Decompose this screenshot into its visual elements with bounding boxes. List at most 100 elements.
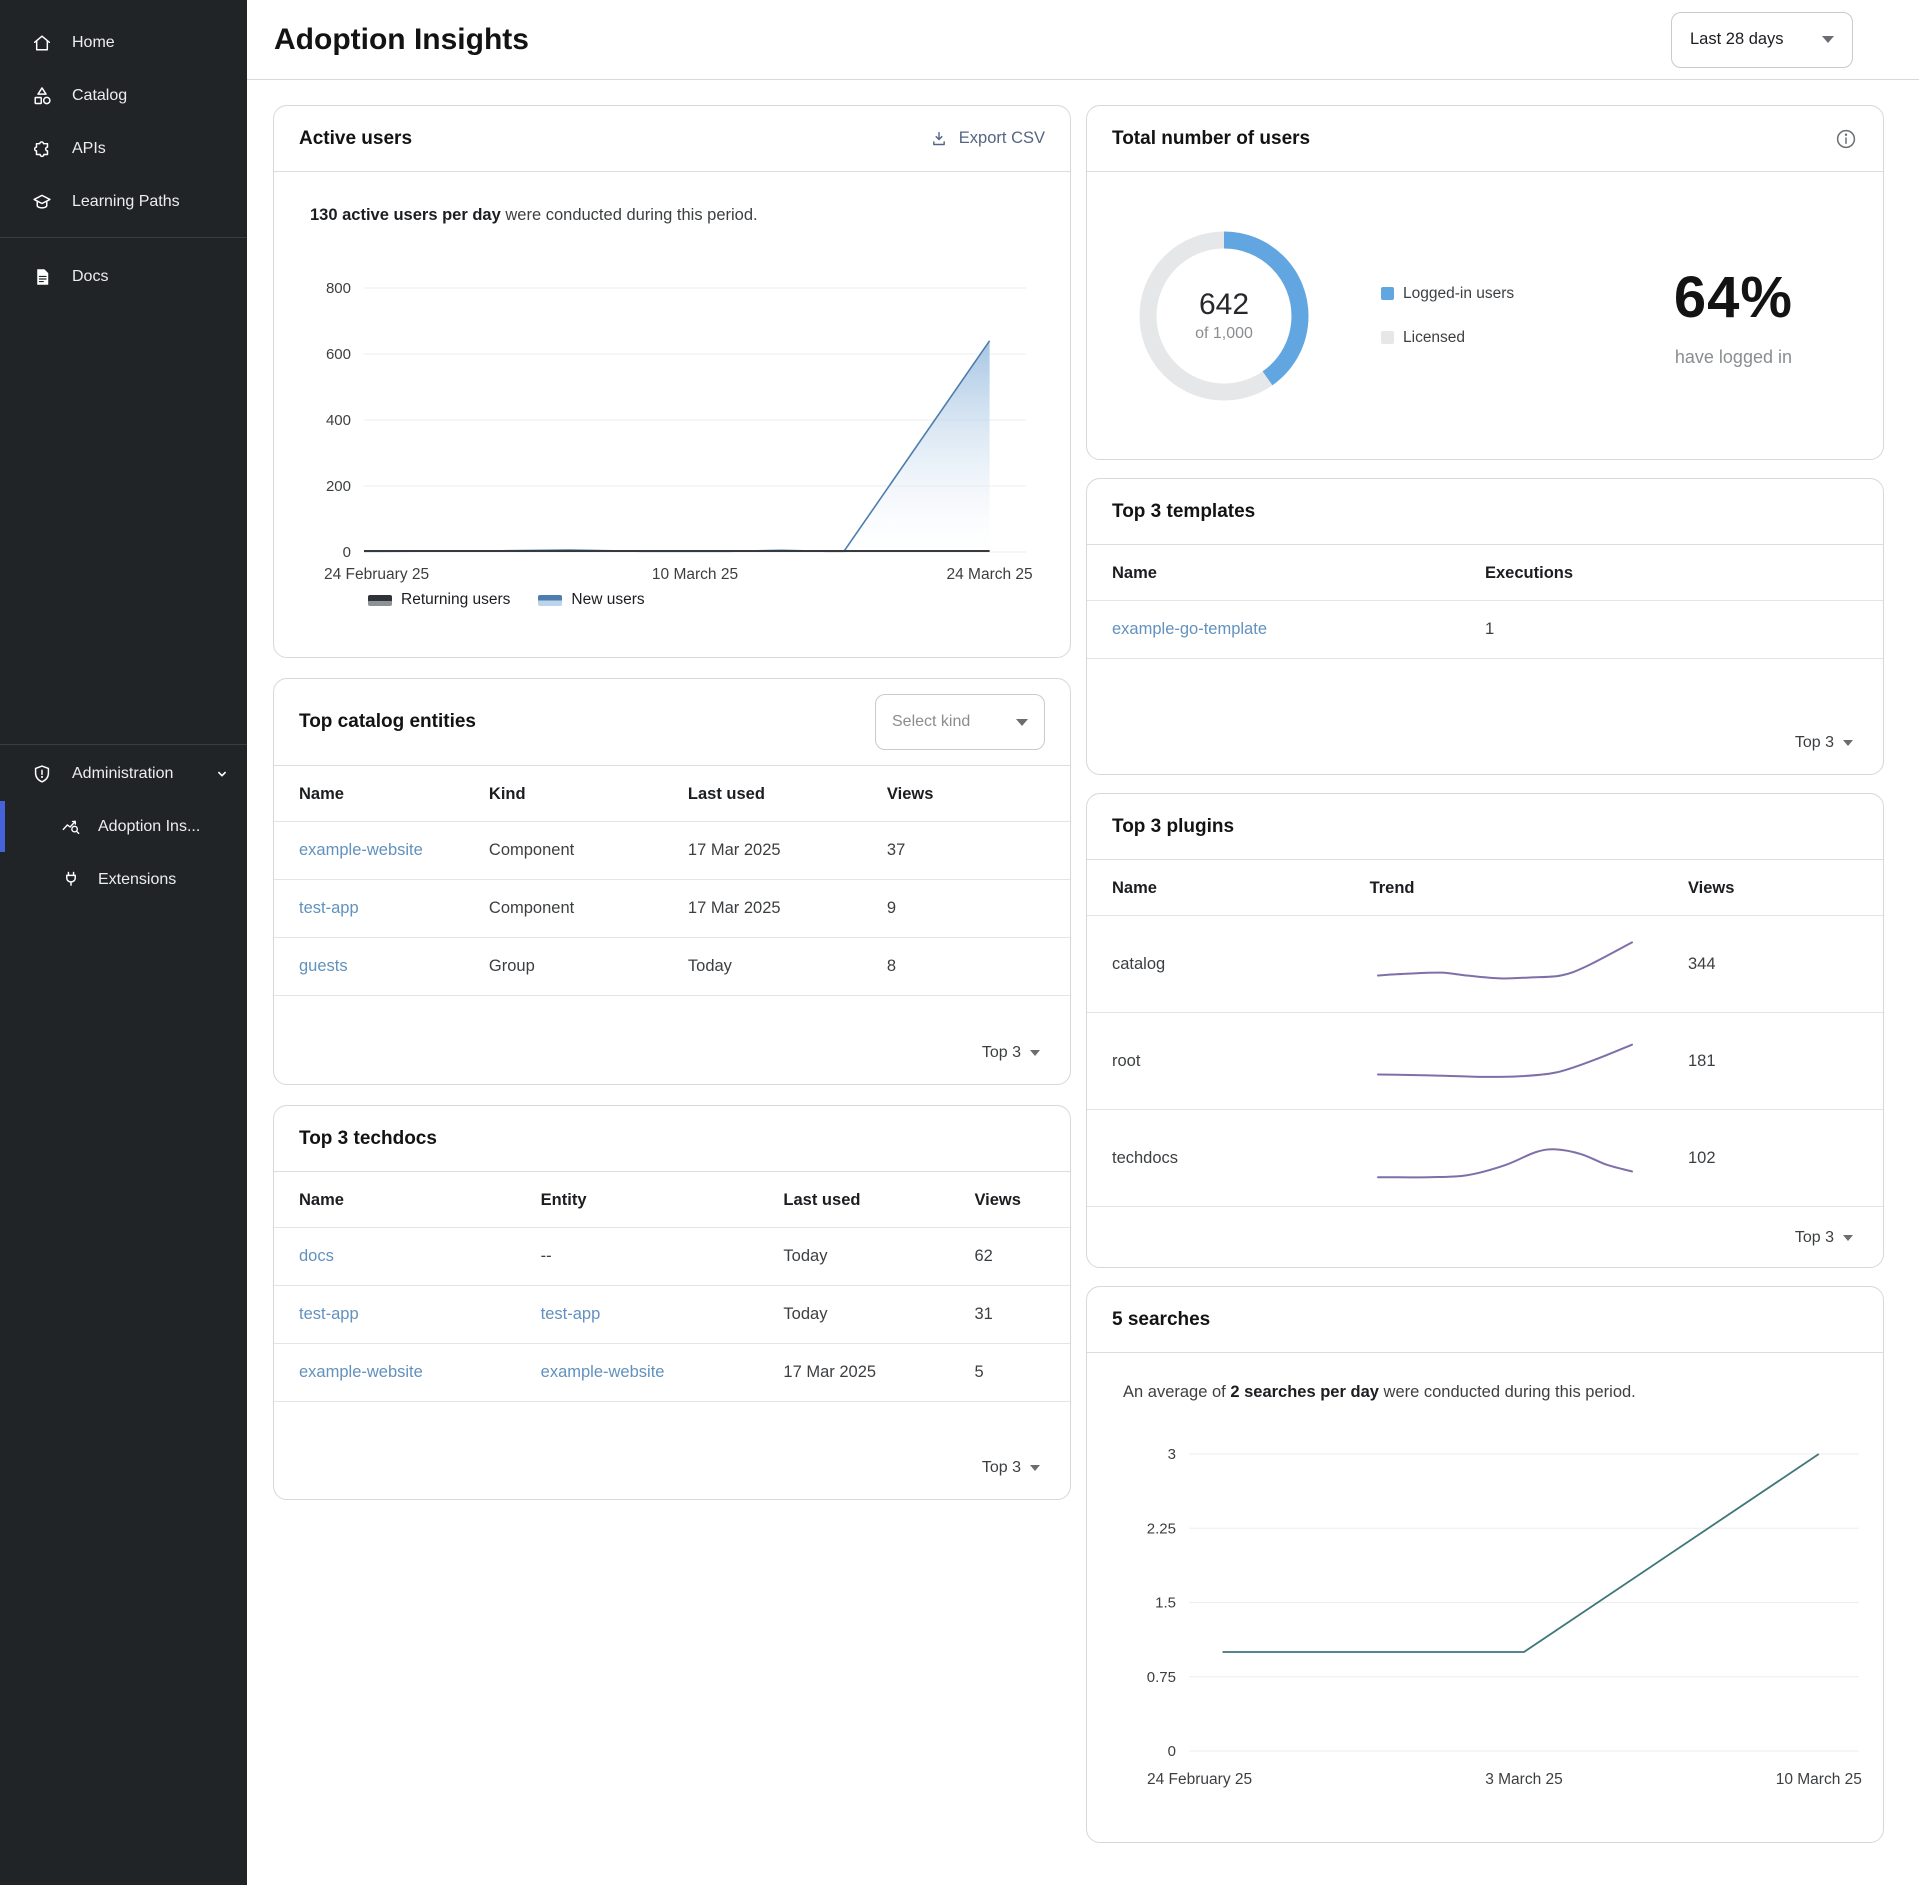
views-cell: 62 xyxy=(974,1228,1070,1286)
active-users-card: Active users Export CSV 130 active users… xyxy=(273,105,1071,658)
executions-cell: 1 xyxy=(1485,601,1883,659)
searches-card: 5 searches An average of 2 searches per … xyxy=(1086,1286,1884,1843)
techdocs-table: Name Entity Last used Views docs -- Toda… xyxy=(274,1172,1070,1402)
active-users-chart: 800600400200024 February 2510 March 2524… xyxy=(302,249,1042,589)
techdoc-link[interactable]: test-app xyxy=(299,1305,359,1323)
sidebar-divider xyxy=(0,744,247,745)
top3-dropdown[interactable]: Top 3 xyxy=(1087,1207,1883,1268)
table-row: example-website example-website 17 Mar 2… xyxy=(274,1344,1070,1402)
table-row: example-website Component 17 Mar 2025 37 xyxy=(274,822,1070,880)
sidebar: Home Catalog APIs Learning Paths Docs Ad… xyxy=(0,0,247,1885)
table-row: test-app test-app Today 31 xyxy=(274,1286,1070,1344)
svg-text:24 February 25: 24 February 25 xyxy=(1147,1771,1252,1788)
sidebar-item-label: Administration xyxy=(72,765,173,783)
svg-text:10 March 25: 10 March 25 xyxy=(652,566,738,583)
views-cell: 102 xyxy=(1688,1110,1883,1207)
download-icon xyxy=(929,129,949,149)
svg-text:800: 800 xyxy=(326,280,351,297)
chevron-down-icon xyxy=(1843,740,1853,746)
svg-text:400: 400 xyxy=(326,412,351,429)
top-plugins-card: Top 3 plugins Name Trend Views catalog 3… xyxy=(1086,793,1884,1268)
card-title: Total number of users xyxy=(1112,128,1310,150)
table-header-row: Name Kind Last used Views xyxy=(274,766,1070,822)
catalog-icon xyxy=(31,85,53,107)
column-header: Name xyxy=(1087,545,1485,601)
date-range-select[interactable]: Last 28 days xyxy=(1671,12,1853,68)
entity-link[interactable]: test-app xyxy=(299,899,359,917)
graduation-cap-icon xyxy=(31,191,53,213)
template-link[interactable]: example-go-template xyxy=(1112,620,1267,638)
sidebar-item-administration[interactable]: Administration xyxy=(0,747,247,800)
logged-in-percent: 64% xyxy=(1674,264,1793,331)
views-cell: 9 xyxy=(887,880,1070,938)
last-used-cell: Today xyxy=(783,1228,974,1286)
sidebar-item-home[interactable]: Home xyxy=(0,16,247,69)
table-row: catalog 344 xyxy=(1087,916,1883,1013)
top3-dropdown[interactable]: Top 3 xyxy=(274,1022,1070,1084)
svg-text:200: 200 xyxy=(326,478,351,495)
table-row: root 181 xyxy=(1087,1013,1883,1110)
entity-link[interactable]: test-app xyxy=(541,1305,601,1323)
entity-link[interactable]: guests xyxy=(299,957,348,975)
table-row: example-go-template 1 xyxy=(1087,601,1883,659)
top3-dropdown[interactable]: Top 3 xyxy=(1087,712,1883,774)
techdoc-link[interactable]: docs xyxy=(299,1247,334,1265)
plugin-name-cell: techdocs xyxy=(1087,1110,1370,1207)
last-used-cell: Today xyxy=(783,1286,974,1344)
chart-legend: Returning users New users xyxy=(368,591,1040,609)
total-count-label: of 1,000 xyxy=(1195,325,1253,343)
sidebar-item-label: Docs xyxy=(72,268,108,286)
sidebar-item-label: Adoption Ins... xyxy=(98,818,200,836)
legend-new-users[interactable]: New users xyxy=(538,591,644,609)
legend-returning-users[interactable]: Returning users xyxy=(368,591,510,609)
info-icon[interactable] xyxy=(1834,127,1858,151)
sidebar-item-apis[interactable]: APIs xyxy=(0,122,247,175)
sidebar-item-label: Home xyxy=(72,34,115,52)
sidebar-spacer xyxy=(0,303,247,744)
column-header: Views xyxy=(1688,860,1883,916)
kind-cell: Component xyxy=(489,822,688,880)
svg-text:24 February 25: 24 February 25 xyxy=(324,566,429,583)
sidebar-item-docs[interactable]: Docs xyxy=(0,250,247,303)
card-title: Active users xyxy=(299,128,412,150)
document-icon xyxy=(31,266,53,288)
sidebar-item-catalog[interactable]: Catalog xyxy=(0,69,247,122)
total-users-card: Total number of users 642 of 1,000 xyxy=(1086,105,1884,460)
chevron-down-icon xyxy=(1030,1050,1040,1056)
techdoc-link[interactable]: example-website xyxy=(299,1363,423,1381)
top3-dropdown[interactable]: Top 3 xyxy=(274,1437,1070,1499)
svg-text:0: 0 xyxy=(1168,1743,1176,1760)
column-header: Trend xyxy=(1370,860,1688,916)
entity-link[interactable]: example-website xyxy=(541,1363,665,1381)
table-row: test-app Component 17 Mar 2025 9 xyxy=(274,880,1070,938)
sidebar-item-adoption-insights[interactable]: Adoption Ins... xyxy=(0,800,247,853)
last-used-cell: 17 Mar 2025 xyxy=(783,1344,974,1402)
card-title: 5 searches xyxy=(1112,1309,1210,1331)
trend-search-icon xyxy=(60,816,82,838)
export-csv-button[interactable]: Export CSV xyxy=(929,129,1045,149)
entity-link[interactable]: example-website xyxy=(299,841,423,859)
top-techdocs-card: Top 3 techdocs Name Entity Last used Vie… xyxy=(273,1105,1071,1500)
top3-label: Top 3 xyxy=(1795,734,1834,752)
chevron-down-icon xyxy=(1016,719,1028,726)
sidebar-item-learning-paths[interactable]: Learning Paths xyxy=(0,175,247,228)
select-kind-dropdown[interactable]: Select kind xyxy=(875,694,1045,750)
legend-licensed: Licensed xyxy=(1381,329,1514,347)
views-cell: 5 xyxy=(974,1344,1070,1402)
card-title: Top catalog entities xyxy=(299,711,476,733)
entity-cell: -- xyxy=(541,1228,784,1286)
svg-text:600: 600 xyxy=(326,346,351,363)
kind-cell: Group xyxy=(489,938,688,996)
templates-table: Name Executions example-go-template 1 xyxy=(1087,545,1883,659)
svg-text:3 March 25: 3 March 25 xyxy=(1485,1771,1563,1788)
sidebar-item-extensions[interactable]: Extensions xyxy=(0,853,247,906)
plugin-name-cell: catalog xyxy=(1087,916,1370,1013)
trend-sparkline xyxy=(1370,1126,1640,1190)
donut-legend: Logged-in users Licensed xyxy=(1381,285,1514,347)
table-row: guests Group Today 8 xyxy=(274,938,1070,996)
table-row: docs -- Today 62 xyxy=(274,1228,1070,1286)
main-area: Adoption Insights Last 28 days Active us… xyxy=(247,0,1919,1885)
logged-in-caption: have logged in xyxy=(1674,347,1793,368)
sidebar-item-label: APIs xyxy=(72,140,106,158)
users-donut-chart: 642 of 1,000 xyxy=(1129,221,1319,411)
